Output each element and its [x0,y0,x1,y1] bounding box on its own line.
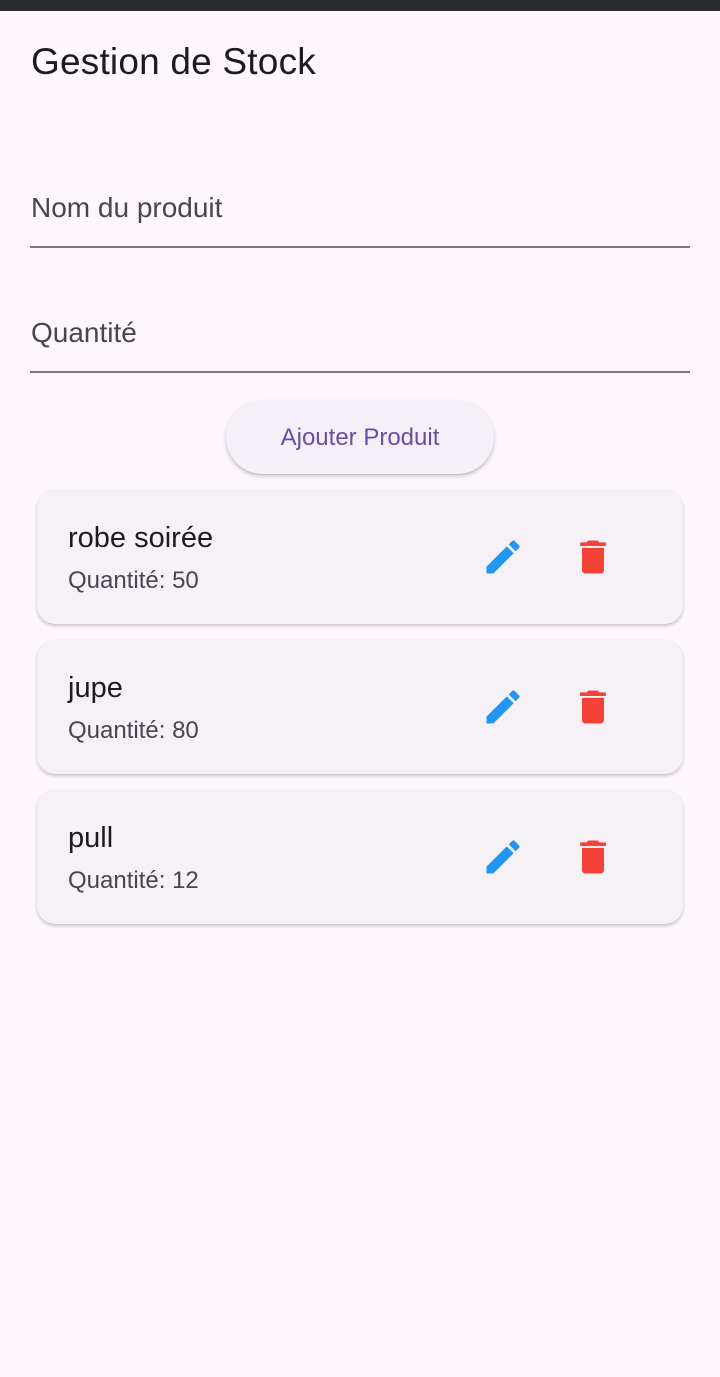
add-product-button[interactable]: Ajouter Produit [226,401,494,474]
product-name-field [30,170,690,250]
edit-button[interactable] [479,833,527,881]
delete-button[interactable] [569,533,617,581]
product-card: jupe Quantité: 80 [37,640,683,774]
product-quantity: Quantité: 50 [68,567,199,594]
status-bar [0,0,720,11]
pencil-icon [486,840,520,874]
page-title: Gestion de Stock [31,41,316,82]
quantity-input[interactable] [30,295,690,373]
trash-icon [580,840,606,874]
edit-button[interactable] [479,683,527,731]
product-quantity: Quantité: 12 [68,867,199,894]
product-quantity: Quantité: 80 [68,717,199,744]
product-name: jupe [68,672,123,704]
pencil-icon [486,690,520,724]
delete-button[interactable] [569,833,617,881]
product-card: pull Quantité: 12 [37,790,683,924]
delete-button[interactable] [569,683,617,731]
product-name-input[interactable] [30,170,690,248]
pencil-icon [486,540,520,574]
trash-icon [580,540,606,574]
product-name: pull [68,822,114,854]
quantity-field [30,295,690,375]
product-list: robe soirée Quantité: 50 jupe Quantité: … [37,490,683,940]
edit-button[interactable] [479,533,527,581]
trash-icon [580,690,606,724]
product-card: robe soirée Quantité: 50 [37,490,683,624]
product-name: robe soirée [68,522,214,554]
